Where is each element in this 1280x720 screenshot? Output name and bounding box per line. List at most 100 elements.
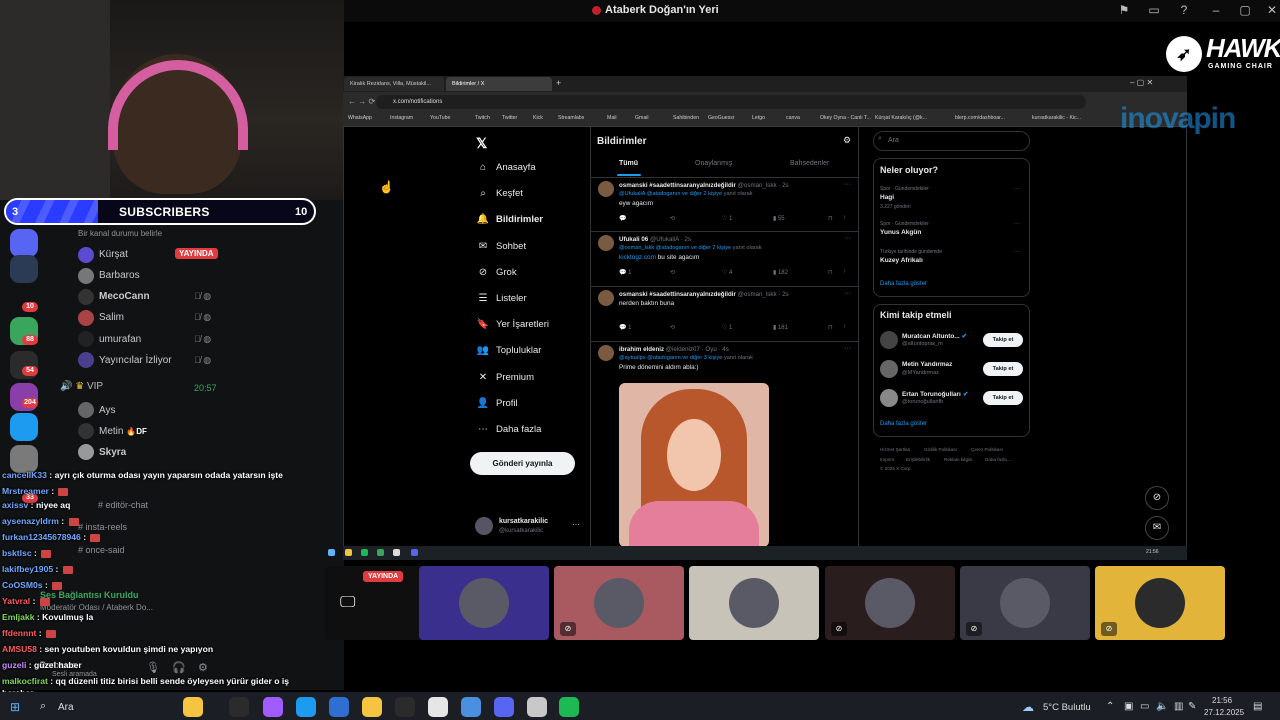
notification-icon[interactable]: ▤: [1253, 701, 1262, 712]
chat-username[interactable]: malkocfirat: [2, 676, 48, 686]
chat-username[interactable]: guzeli: [2, 660, 26, 670]
nav-item-x[interactable]: ✕ Premium: [476, 372, 534, 383]
voice-connection-channel[interactable]: Moderatör Odası / Ataberk Do...: [40, 603, 153, 612]
spotify-icon[interactable]: [559, 697, 579, 717]
tweet-photo[interactable]: [619, 383, 769, 547]
x-logo-icon[interactable]: 𝕏: [476, 135, 487, 152]
guild-icon[interactable]: [10, 445, 38, 473]
trend-name[interactable]: Kuzey Afrikalı: [880, 257, 923, 264]
clock-date[interactable]: 27.12.2025: [1204, 708, 1244, 717]
browser-tab-active[interactable]: Bildirimler / X: [446, 77, 552, 91]
like-button[interactable]: ♡ 1: [722, 215, 732, 222]
battery-icon[interactable]: ▥: [1174, 701, 1183, 712]
profile-name[interactable]: kursatkarakilic: [499, 518, 548, 525]
more-icon[interactable]: ···: [1014, 221, 1020, 227]
follow-button[interactable]: Takip et: [983, 362, 1023, 376]
footer-link[interactable]: Daha fazla ...: [985, 457, 1012, 462]
bookmark-icon[interactable]: ⊓: [828, 215, 833, 222]
chat-username[interactable]: lakifbey1905: [2, 564, 53, 574]
headphones-icon[interactable]: 🎧: [172, 661, 186, 674]
text-channel[interactable]: # editör-chat: [98, 500, 148, 510]
back-icon[interactable]: ← → ⟳: [348, 97, 375, 106]
chat-username[interactable]: CoOSM0s: [2, 580, 43, 590]
bookmark-item[interactable]: Kürşat Karakılıç (@k...: [875, 115, 927, 121]
tab-all[interactable]: Tümü: [619, 160, 638, 167]
task-view-icon[interactable]: [229, 697, 249, 717]
close-icon[interactable]: ✕: [1264, 3, 1280, 19]
more-icon[interactable]: ···: [844, 181, 851, 188]
bookmark-icon[interactable]: ⊓: [828, 269, 833, 276]
chat-username[interactable]: Yatvral: [2, 596, 30, 606]
voice-user-name[interactable]: MecoCann: [99, 291, 150, 302]
more-icon[interactable]: ···: [1014, 186, 1020, 192]
nav-item-home[interactable]: ⌂ Anasayfa: [476, 162, 536, 173]
avatar[interactable]: [475, 517, 493, 535]
post-button[interactable]: Gönderi yayınla: [470, 452, 575, 475]
tweet-author[interactable]: osmanski #saadettinsaranyaInızdeğildir @…: [619, 291, 789, 298]
avatar[interactable]: [880, 389, 898, 407]
bookmark-item[interactable]: Instagram: [390, 115, 413, 121]
new-tab-icon[interactable]: +: [556, 78, 561, 88]
chrome-icon[interactable]: [393, 549, 400, 556]
tray-app-icon[interactable]: ▣: [1124, 701, 1133, 712]
tweet-author[interactable]: osmanski #saadettinsaranyaInızdeğildir @…: [619, 182, 789, 189]
bookmark-item[interactable]: kursatkarakilic - Kic...: [1032, 115, 1081, 121]
avatar[interactable]: [598, 181, 614, 197]
widgets-icon[interactable]: [183, 697, 203, 717]
minimize-icon[interactable]: –: [1208, 3, 1224, 19]
chat-username[interactable]: AMSU58: [2, 644, 37, 654]
more-icon[interactable]: ···: [572, 520, 580, 529]
bookmark-item[interactable]: Mail: [607, 115, 617, 121]
reply-mentions[interactable]: @aytualps @atadoganın ve diğer 3 kişiye: [619, 355, 722, 361]
volume-icon[interactable]: 🔈: [1156, 701, 1168, 712]
suggested-user-name[interactable]: Muratcan Altunto... ✔: [902, 332, 967, 340]
voice-user-name[interactable]: Ays: [99, 405, 116, 416]
xbox-icon[interactable]: [395, 697, 415, 717]
browser-tab[interactable]: Kiralık Rezidans, Villa, Müstakil...: [344, 77, 444, 91]
bookmark-item[interactable]: GeoGuessr: [708, 115, 735, 121]
footer-link[interactable]: Erişilebilirlik: [906, 457, 930, 462]
participant-tile[interactable]: [419, 566, 549, 640]
bookmark-item[interactable]: Letgo: [752, 115, 765, 121]
tab-mentions[interactable]: Bahsedenler: [790, 160, 829, 167]
guild-icon[interactable]: [10, 229, 38, 257]
repost-button[interactable]: ⟲: [670, 215, 675, 222]
text-channel[interactable]: # insta-reels: [78, 522, 127, 532]
avatar[interactable]: [598, 345, 614, 361]
outlook-icon[interactable]: [329, 697, 349, 717]
trend-name[interactable]: Yunus Akgün: [880, 229, 921, 236]
discord-icon[interactable]: [411, 549, 418, 556]
nav-item-bookmark[interactable]: 🔖 Yer İşaretleri: [476, 319, 549, 330]
mail-icon[interactable]: ✉: [1145, 516, 1169, 540]
avatar[interactable]: [880, 331, 898, 349]
participant-tile[interactable]: ⊘: [1095, 566, 1225, 640]
bookmark-item[interactable]: WhatsApp: [348, 115, 372, 121]
screen-share-icon[interactable]: 🖵: [340, 594, 355, 612]
footer-link[interactable]: Reklam bilgisi: [944, 457, 972, 462]
mic-icon[interactable]: 🎙: [146, 661, 160, 674]
copilot-icon[interactable]: [263, 697, 283, 717]
edit-icon[interactable]: ✎: [1188, 701, 1196, 712]
bookmark-item[interactable]: Streamlabs: [558, 115, 584, 121]
bookmark-item[interactable]: YouTube: [430, 115, 450, 121]
footer-link[interactable]: © 2025 X Corp.: [880, 466, 912, 471]
voice-user-name[interactable]: Kürşat: [99, 249, 128, 260]
tweet-link[interactable]: kicktogz.com: [619, 254, 658, 261]
chat-username[interactable]: furkan12345678946: [2, 532, 81, 542]
tweet-author[interactable]: ibrahim eldeniz @ieldeniz07 · Oyu · 4s: [619, 346, 729, 353]
start-icon[interactable]: [328, 549, 335, 556]
window-controls-icon[interactable]: – ▢ ✕: [1130, 78, 1153, 87]
chat-username[interactable]: canceIIK33: [2, 470, 47, 480]
nav-item-mail[interactable]: ✉ Sohbet: [476, 241, 526, 252]
app-icon[interactable]: [377, 549, 384, 556]
voice-user-name[interactable]: Yayıncılar İzliyor: [99, 355, 172, 366]
repost-button[interactable]: ⟲: [670, 324, 675, 331]
trend-name[interactable]: Hagi: [880, 194, 894, 201]
bookmark-item[interactable]: Kick: [533, 115, 543, 121]
chat-username[interactable]: axissv: [2, 500, 28, 510]
weather-text[interactable]: 5°C Bulutlu: [1043, 702, 1091, 713]
more-icon[interactable]: ···: [844, 235, 851, 242]
footer-link[interactable]: Hizmet Şartları: [880, 447, 910, 452]
suggested-user-name[interactable]: Ertan Torunoğulları ✔: [902, 390, 968, 398]
bookmark-item[interactable]: Gmail: [635, 115, 649, 121]
